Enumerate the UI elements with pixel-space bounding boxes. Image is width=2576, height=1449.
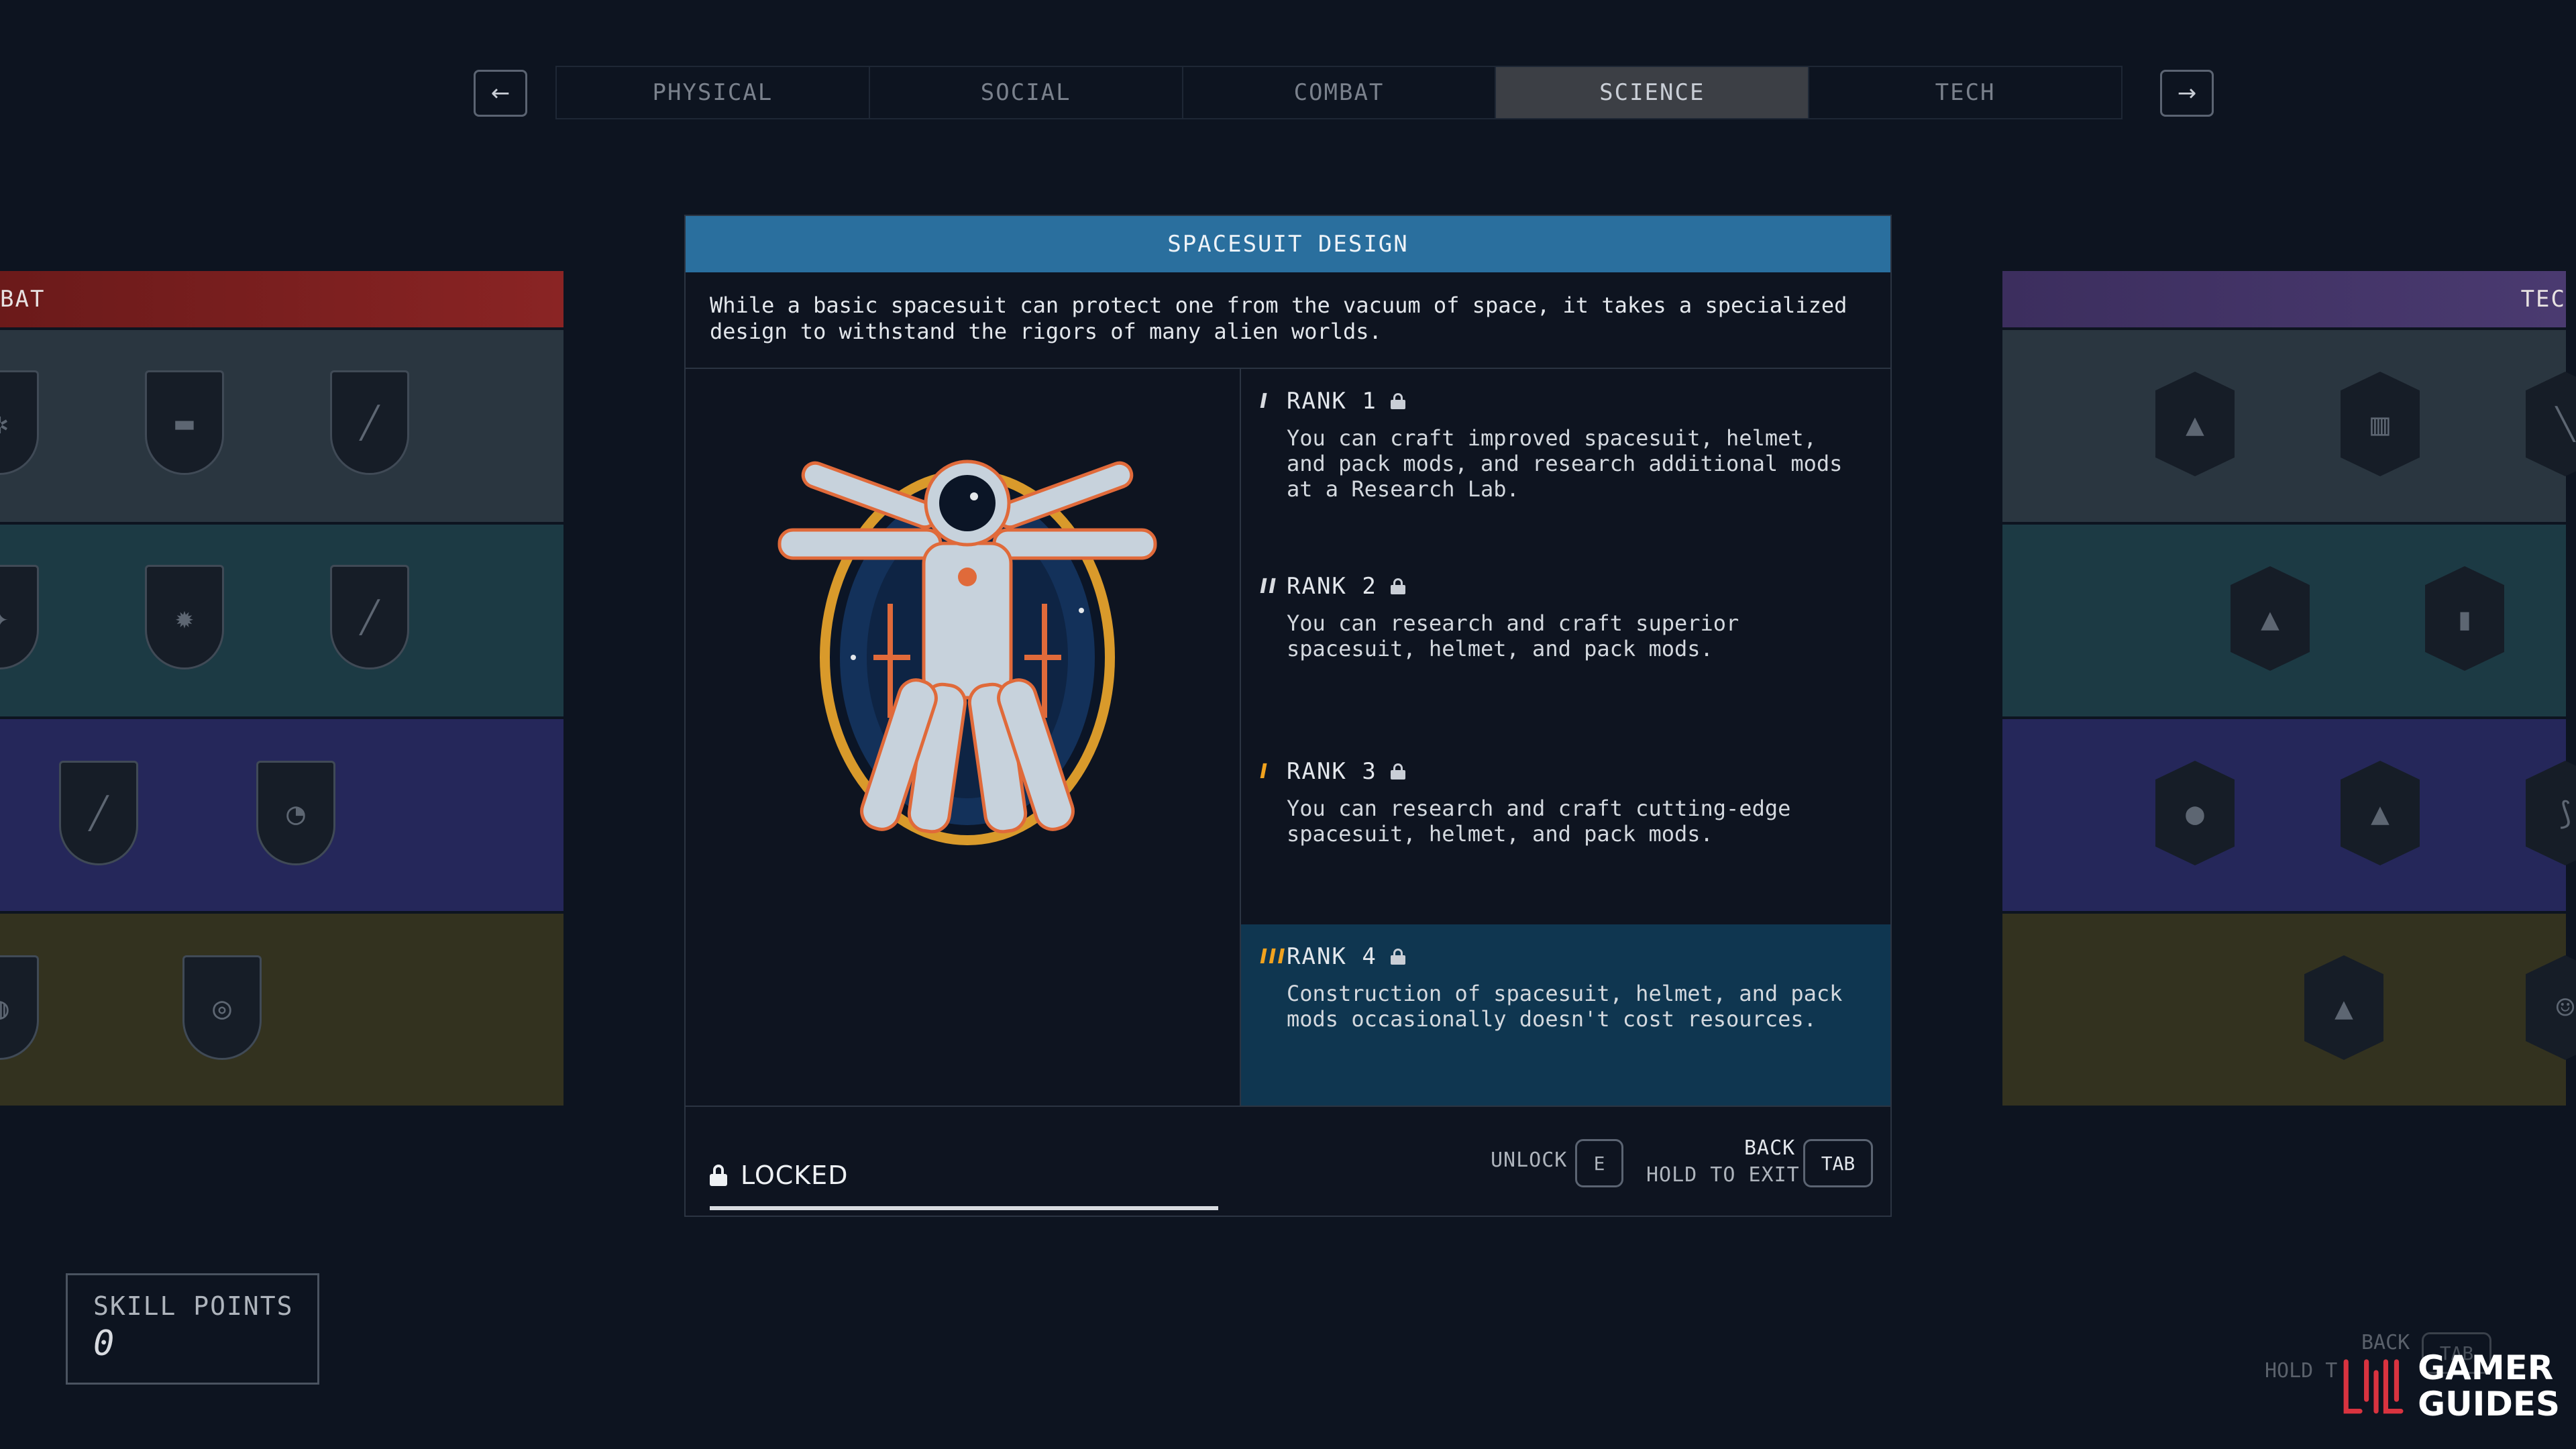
rank-3-marker-icon: I (1260, 759, 1269, 784)
skill-badge-sun-icon[interactable]: ✲ (0, 370, 39, 475)
skill-badge-revolver-icon[interactable]: ◔ (256, 761, 335, 865)
logo-line-2: GUIDES (2418, 1385, 2560, 1424)
arrow-left-icon: ← (490, 80, 511, 107)
skill-points-label: SKILL POINTS (93, 1291, 294, 1321)
skill-badge-assault-rifle-icon[interactable]: ╱ (330, 565, 409, 669)
next-category-button[interactable]: → (2160, 70, 2214, 117)
tab-combat[interactable]: COMBAT (1183, 67, 1497, 118)
tech-tree-panel: TEC ▲ ▥ ╲ ▲ ▮ ● ▲ ⟆ ▲ ☺ (2002, 271, 2576, 1106)
tree-tier-1: ▲ ▥ ╲ (2002, 330, 2576, 522)
rank-4[interactable]: III RANK 4 Construction of spacesuit, he… (1241, 924, 1890, 1106)
rank-1-description: You can craft improved spacesuit, helmet… (1287, 425, 1843, 502)
skill-badge-ship-icon[interactable]: ▲ (2155, 372, 2235, 476)
arrow-right-icon: → (2177, 80, 2197, 107)
skill-art-panel: LOCKED (686, 369, 1241, 1210)
skill-badge-target-icon[interactable]: ◎ (182, 955, 262, 1060)
tab-physical[interactable]: PHYSICAL (557, 67, 870, 118)
unlock-label: UNLOCK (1491, 1148, 1568, 1172)
prev-category-button[interactable]: ← (474, 70, 527, 117)
tab-social[interactable]: SOCIAL (870, 67, 1183, 118)
rank-1[interactable]: I RANK 1 You can craft improved spacesui… (1241, 369, 1890, 554)
rank-3[interactable]: I RANK 3 You can research and craft cutt… (1241, 739, 1890, 924)
skill-badge-star-icon[interactable]: ✦ (0, 565, 39, 669)
lock-icon (1390, 578, 1405, 594)
tree-tier-4: ◍ ◎ (0, 914, 564, 1106)
back-key-button[interactable]: TAB (1803, 1139, 1873, 1187)
skill-badge-jetpack-icon[interactable]: ▥ (2341, 372, 2420, 476)
rank-4-description: Construction of spacesuit, helmet, and p… (1287, 981, 1843, 1032)
skill-points-value: 0 (93, 1324, 115, 1364)
skill-badge-wrench-icon[interactable]: ╲ (2526, 372, 2576, 476)
skill-badge-shuttle-icon[interactable]: ▲ (2304, 955, 2383, 1060)
skill-description: While a basic spacesuit can protect one … (686, 272, 1890, 369)
tree-tier-1: ✲ ▬ ╱ (0, 330, 564, 522)
tree-tier-2: ✦ ✹ ╱ (0, 525, 564, 716)
lock-icon (1390, 949, 1405, 965)
skill-badge-sniper-icon[interactable]: ╱ (59, 761, 138, 865)
tab-tech[interactable]: TECH (1809, 67, 2121, 118)
logo-line-1: GAMER (2418, 1348, 2554, 1387)
skill-points-panel: SKILL POINTS 0 (66, 1273, 319, 1385)
rank-3-description: You can research and craft cutting-edge … (1287, 796, 1791, 847)
skill-badge-robot-arm-icon[interactable]: ⟆ (2526, 761, 2576, 865)
tree-tier-2: ▲ ▮ (2002, 525, 2566, 716)
skill-badge-starship-icon[interactable]: ▲ (2231, 566, 2310, 671)
skill-detail-modal: SPACESUIT DESIGN While a basic spacesuit… (684, 215, 1892, 1217)
lock-icon (1390, 763, 1405, 780)
modal-footer: UNLOCK E BACK HOLD TO EXIT TAB (686, 1106, 1890, 1218)
tree-tier-3: ● ▲ ⟆ (2002, 719, 2576, 911)
skill-badge-helmet-icon[interactable]: ◍ (0, 955, 39, 1060)
skill-title: SPACESUIT DESIGN (686, 216, 1890, 272)
lock-icon (1390, 393, 1405, 409)
skill-body: LOCKED I RANK 1 You can craft improved s… (686, 369, 1890, 1210)
skill-badge-astronaut-icon[interactable]: ☺ (2526, 955, 2576, 1060)
skill-badge-rifle-icon[interactable]: ╱ (330, 370, 409, 475)
skill-badge-engine-icon[interactable]: ▮ (2425, 566, 2504, 671)
tree-tier-3: ╱ ◔ (0, 719, 564, 911)
tree-tier-4: ▲ ☺ (2002, 914, 2576, 1106)
hold-to-exit-label: HOLD TO EXIT (1646, 1163, 1800, 1187)
rank-4-marker-icon: III (1260, 945, 1287, 969)
category-tabs: PHYSICAL SOCIAL COMBAT SCIENCE TECH (555, 66, 2123, 119)
skill-badge-pistol-icon[interactable]: ▬ (145, 370, 224, 475)
rank-list: I RANK 1 You can craft improved spacesui… (1241, 369, 1890, 1106)
gamer-guides-logo-mark-icon (2343, 1359, 2404, 1414)
back-label: BACK (1744, 1136, 1796, 1160)
gamer-guides-logo: GAMER GUIDES (2339, 1339, 2560, 1433)
combat-tree-header: BAT (0, 271, 564, 327)
skill-badge-burst-icon[interactable]: ✹ (145, 565, 224, 669)
rank-2-marker-icon: II (1260, 574, 1278, 598)
ghost-hold-label: HOLD T (2265, 1359, 2338, 1383)
skill-badge-rocket-icon[interactable]: ▲ (2341, 761, 2420, 865)
spacesuit-design-patch-icon (777, 460, 1157, 845)
tab-science[interactable]: SCIENCE (1496, 67, 1810, 118)
rank-2-description: You can research and craft superior spac… (1287, 610, 1739, 661)
rank-2[interactable]: II RANK 2 You can research and craft sup… (1241, 554, 1890, 739)
rank-1-marker-icon: I (1260, 389, 1269, 413)
skill-badge-planet-icon[interactable]: ● (2155, 761, 2235, 865)
combat-tree-panel: BAT ✲ ▬ ╱ ✦ ✹ ╱ ╱ ◔ ◍ ◎ (0, 271, 564, 1106)
unlock-key-button[interactable]: E (1575, 1139, 1623, 1187)
tech-tree-header: TEC (2002, 271, 2566, 327)
